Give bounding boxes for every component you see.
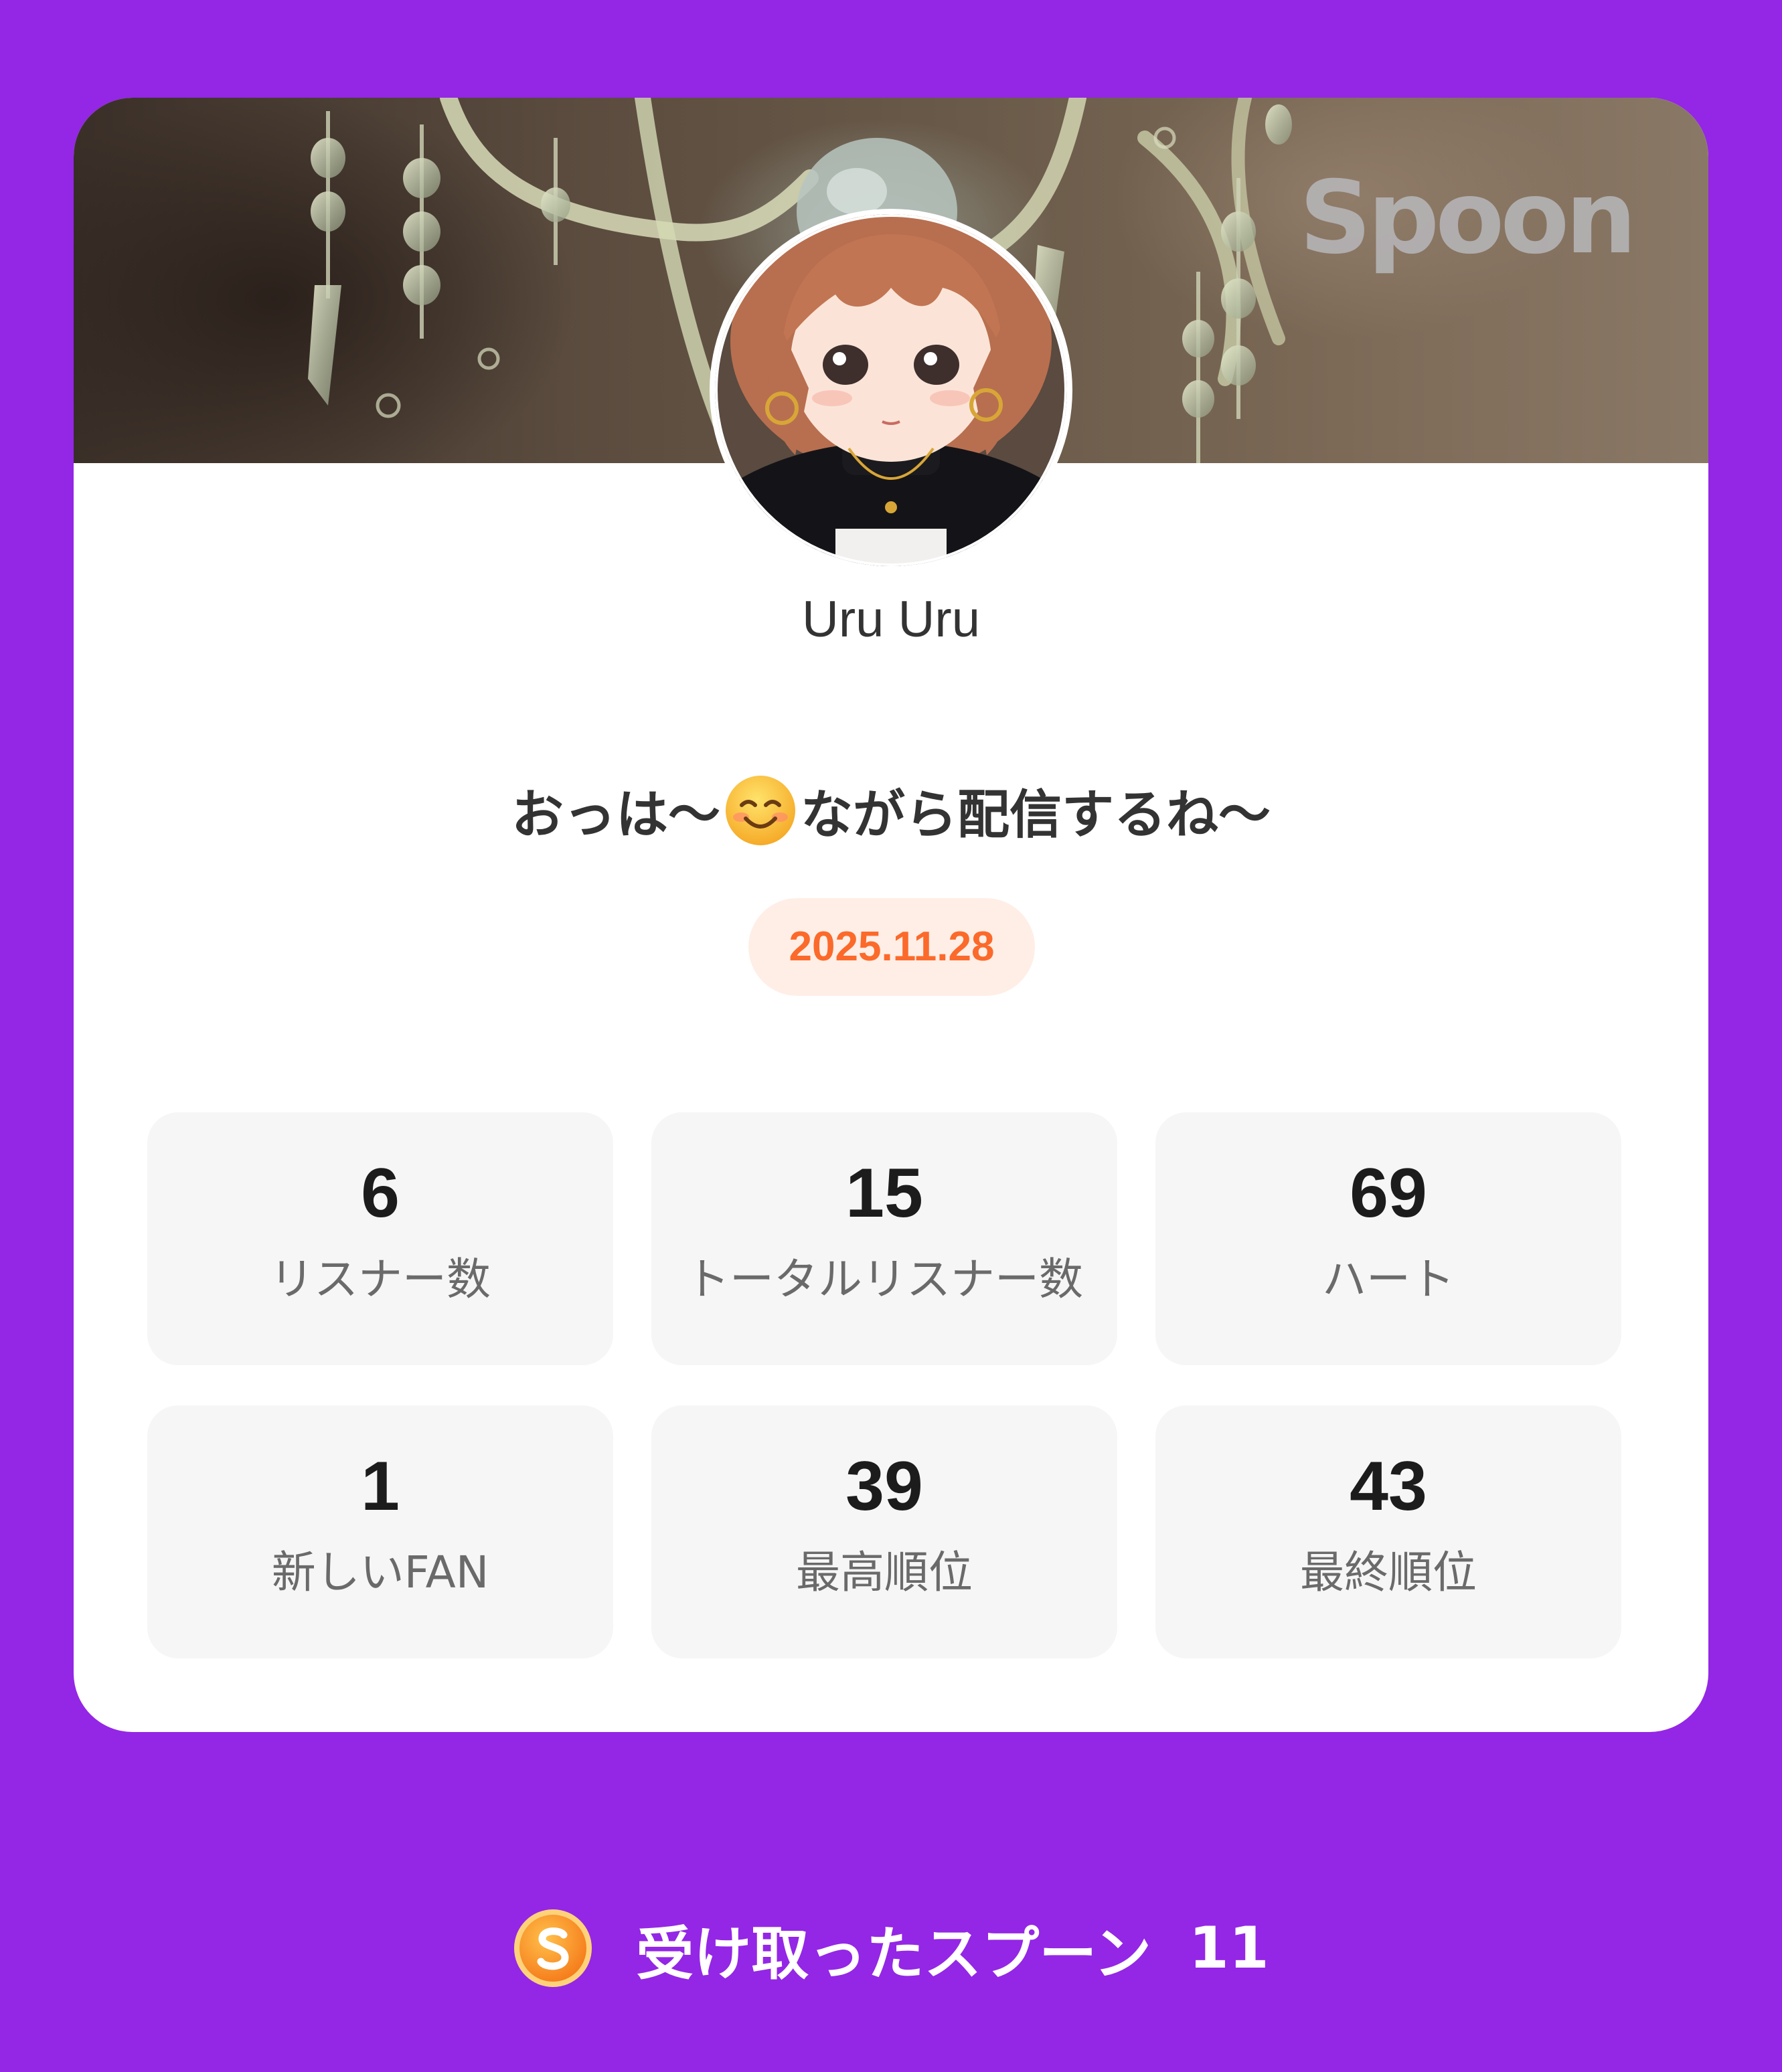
avatar-illustration xyxy=(715,214,1067,566)
broadcast-date-badge: 2025.11.28 xyxy=(748,898,1035,996)
stat-value: 43 xyxy=(1350,1448,1427,1525)
stat-card-highest-rank: 39 最高順位 xyxy=(651,1405,1117,1658)
spoons-received-label: 受け取ったスプーン xyxy=(636,1920,1151,1988)
username: Uru Uru xyxy=(801,591,981,648)
broadcast-title-part-2: ながら配信するね〜 xyxy=(801,785,1271,845)
stat-card-total-listeners: 15 トータルリスナー数 xyxy=(651,1112,1117,1365)
broadcast-summary-card: Spoon Uru Uru おっは〜 ながら配信するね〜 2025.11.28 … xyxy=(74,98,1708,1732)
smiling-face-emoji-icon xyxy=(726,776,795,845)
spoon-coin-icon xyxy=(514,1909,592,1987)
stat-card-final-rank: 43 最終順位 xyxy=(1155,1405,1621,1658)
stat-label: リスナー数 xyxy=(270,1254,491,1305)
stat-value: 15 xyxy=(845,1154,923,1232)
stat-value: 6 xyxy=(361,1154,400,1232)
spoons-received-footer: 受け取ったスプーン 11 xyxy=(0,1905,1782,1992)
stat-card-new-fans: 1 新しいFAN xyxy=(147,1405,613,1658)
broadcast-title-part-1: おっは〜 xyxy=(511,785,720,845)
avatar[interactable] xyxy=(710,209,1072,572)
stat-label: ハート xyxy=(1322,1254,1455,1305)
stat-card-hearts: 69 ハート xyxy=(1155,1112,1621,1365)
stat-value: 69 xyxy=(1350,1154,1427,1232)
spoons-received-count: 11 xyxy=(1189,1915,1269,1982)
broadcast-title: おっは〜 ながら配信するね〜 xyxy=(74,767,1708,854)
stat-label: 新しいFAN xyxy=(271,1547,489,1598)
spoon-logo: Spoon xyxy=(1299,160,1637,276)
stat-card-listeners: 6 リスナー数 xyxy=(147,1112,613,1365)
stat-label: トータルリスナー数 xyxy=(685,1254,1083,1305)
stat-label: 最高順位 xyxy=(796,1547,973,1598)
stat-value: 1 xyxy=(361,1448,400,1525)
stat-value: 39 xyxy=(845,1448,923,1525)
stat-label: 最終順位 xyxy=(1300,1547,1477,1598)
